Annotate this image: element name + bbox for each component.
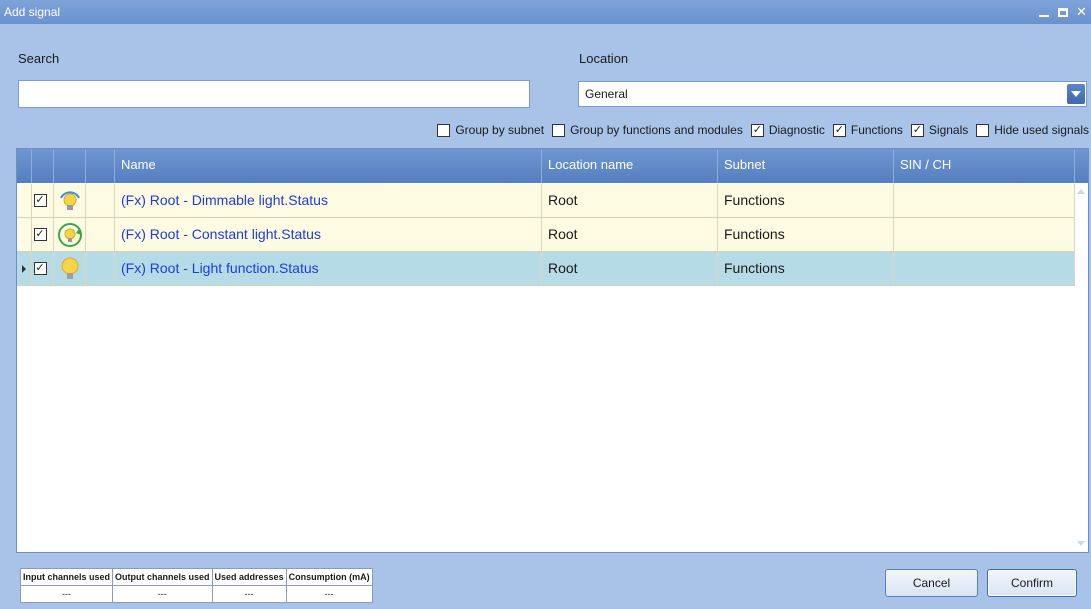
signal-subnet: Functions [718,184,894,217]
scroll-up-icon[interactable] [1077,189,1085,194]
column-header-sin-ch[interactable]: SIN / CH [894,149,1075,183]
search-input[interactable] [18,80,530,108]
column-header-location-name[interactable]: Location name [542,149,718,183]
stat-value: --- [285,585,373,603]
filter-diagnostic[interactable]: ✓ Diagnostic [750,123,825,137]
header-icon [54,149,86,183]
checkbox[interactable] [437,123,451,137]
location-label: Location [579,51,629,66]
stat-value: --- [112,585,213,603]
filter-group-by-functions-and-modules[interactable]: Group by functions and modules [552,123,743,137]
header-spacer [86,149,115,183]
filter-functions[interactable]: ✓ Functions [832,123,903,137]
checkbox[interactable]: ✓ [750,123,764,137]
filter-label: Diagnostic [768,123,825,137]
column-header-name[interactable]: Name [115,149,542,183]
table-row[interactable]: ✓ (Fx) Root - Dimmable light.Status Root… [17,184,1075,218]
row-spacer [86,218,115,251]
light-bulb-icon [54,252,86,285]
cancel-button[interactable]: Cancel [885,569,978,597]
header-indicator [17,149,32,183]
row-pointer-icon [17,252,32,285]
filter-signals[interactable]: ✓ Signals [910,123,969,137]
checkbox[interactable]: ✓ [910,123,924,137]
checkbox[interactable] [552,123,566,137]
row-indicator [17,218,32,251]
confirm-button[interactable]: Confirm [987,569,1077,597]
filter-label: Functions [850,123,903,137]
close-icon[interactable]: ✕ [1072,0,1091,24]
constant-light-icon [54,218,86,251]
table-row-selected[interactable]: ✓ (Fx) Root - Light function.Status Root… [17,252,1075,286]
filter-group-by-subnet[interactable]: Group by subnet [437,123,544,137]
scroll-down-icon[interactable] [1077,541,1085,546]
title-bar: Add signal ✕ [0,0,1091,24]
filter-label: Hide used signals [994,123,1089,137]
row-checkbox[interactable]: ✓ [33,228,47,241]
maximize-icon[interactable] [1053,0,1072,24]
row-checkbox[interactable]: ✓ [33,194,47,207]
filter-bar: Group by subnet Group by functions and m… [429,121,1089,139]
signal-location: Root [542,252,718,285]
stat-header: Output channels used [112,568,213,586]
checkbox[interactable]: ✓ [832,123,846,137]
stat-value: --- [19,585,114,603]
row-checkbox-cell: ✓ [32,252,54,285]
signal-subnet: Functions [718,252,894,285]
grid-header: Name Location name Subnet SIN / CH [17,149,1088,183]
vertical-scrollbar[interactable] [1075,183,1088,552]
column-header-subnet[interactable]: Subnet [718,149,894,183]
signal-sin-ch [894,252,1075,285]
header-scroll-corner [1075,149,1088,183]
row-indicator [17,184,32,217]
signal-sin-ch [894,218,1075,251]
signal-name: (Fx) Root - Constant light.Status [115,218,542,251]
filter-hide-used-signals[interactable]: Hide used signals [976,123,1089,137]
signal-name: (Fx) Root - Dimmable light.Status [115,184,542,217]
dimmable-light-icon [54,184,86,217]
stat-value: --- [211,585,287,603]
signal-grid: Name Location name Subnet SIN / CH ✓ (Fx… [16,148,1089,553]
search-label: Search [18,51,60,66]
stat-header: Input channels used [19,568,114,586]
window-title: Add signal [4,5,61,19]
window-controls: ✕ [1034,0,1091,24]
checkbox[interactable] [976,123,990,137]
row-checkbox[interactable]: ✓ [33,262,47,275]
stat-header: Consumption (mA) [285,568,373,586]
signal-subnet: Functions [718,218,894,251]
location-selected-value: General [585,87,628,101]
signal-sin-ch [894,184,1075,217]
chevron-down-icon[interactable] [1067,84,1085,104]
row-spacer [86,184,115,217]
filter-label: Group by subnet [455,123,545,137]
row-checkbox-cell: ✓ [32,218,54,251]
filter-label: Signals [928,123,969,137]
row-checkbox-cell: ✓ [32,184,54,217]
header-check [32,149,54,183]
location-select[interactable]: General [578,81,1087,107]
table-row[interactable]: ✓ (Fx) Root - Constant light.Status Root… [17,218,1075,252]
filter-label: Group by functions and modules [570,123,743,137]
signal-location: Root [542,218,718,251]
usage-summary-table: Input channels used Output channels used… [19,568,373,603]
row-spacer [86,252,115,285]
signal-name: (Fx) Root - Light function.Status [115,252,542,285]
signal-location: Root [542,184,718,217]
minimize-icon[interactable] [1034,0,1053,24]
stat-header: Used addresses [211,568,287,586]
